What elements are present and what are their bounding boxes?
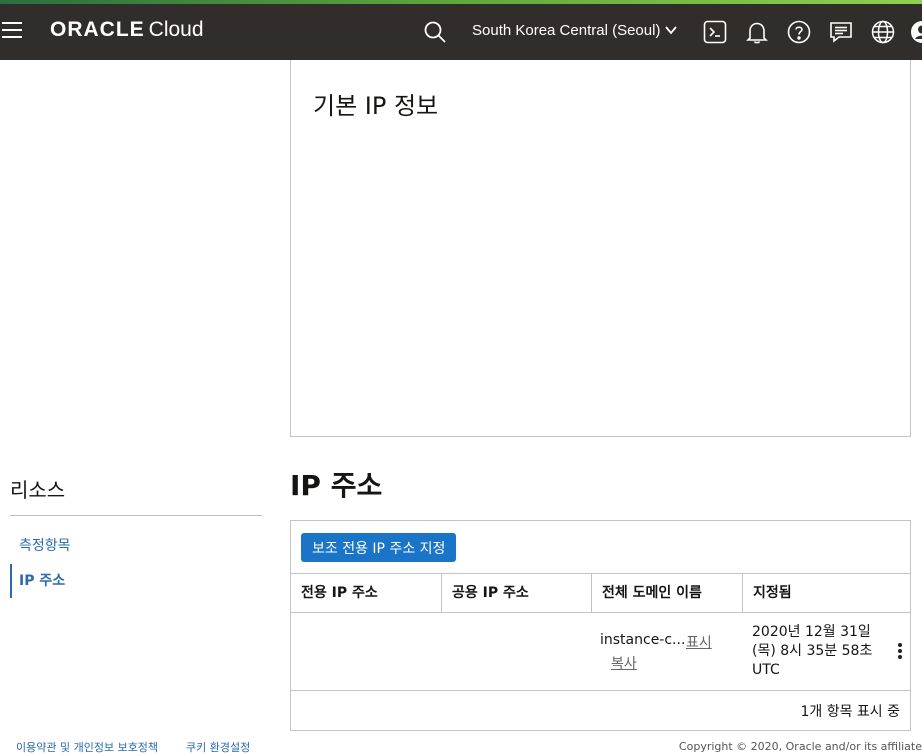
menu-icon[interactable] [2,22,22,40]
product-name: Cloud [148,18,204,41]
table-row: instance-c... 표시 복사 2020년 12월 31일 (목) 8시… [291,613,910,691]
oracle-cloud-logo[interactable]: ORACLE Cloud [50,18,204,42]
info-content-area [307,122,734,430]
footer: 이용약관 및 개인정보 보호정책 쿠키 환경설정 Copyright © 202… [0,736,922,755]
bell-icon[interactable] [745,20,769,44]
show-link[interactable]: 표시 [686,632,712,652]
column-header[interactable]: 전체 도메인 이름 [591,574,742,612]
chat-icon[interactable] [829,20,853,44]
brand-name: ORACLE [50,18,145,41]
help-icon[interactable] [787,20,811,44]
item-count: 1개 항목 표시 중 [800,704,900,720]
region-label: South Korea Central (Seoul) [472,22,661,39]
primary-ip-info-panel: 기본 IP 정보 [290,60,911,437]
cookie-preferences-link[interactable]: 쿠키 환경설정 [186,739,250,755]
panel-title: 기본 IP 정보 [313,92,439,120]
ip-section-title: IP 주소 [290,469,383,502]
sidebar-item-ip-addresses[interactable]: IP 주소 [10,564,250,598]
region-selector[interactable]: South Korea Central (Seoul) [472,22,678,39]
column-header[interactable]: 전용 IP 주소 [291,574,441,612]
profile-icon[interactable] [910,20,922,44]
domain-cell: instance-c... [600,632,686,648]
chevron-down-icon [665,26,678,35]
top-header: ORACLE Cloud South Korea Central (Seoul) [0,4,922,60]
copy-link[interactable]: 복사 [611,653,637,673]
globe-icon[interactable] [871,20,895,44]
assign-secondary-ip-button[interactable]: 보조 전용 IP 주소 지정 [301,533,457,562]
copyright: Copyright © 2020, Oracle and/or its affi… [678,740,922,753]
divider [10,515,262,516]
sidebar-item-metrics[interactable]: 측정항목 [10,529,250,563]
search-icon[interactable] [423,20,447,44]
more-actions-icon[interactable] [893,643,907,661]
terms-privacy-link[interactable]: 이용약관 및 개인정보 보호정책 [16,739,158,755]
ip-table-panel: 보조 전용 IP 주소 지정 전용 IP 주소 공용 IP 주소 전체 도메인 … [290,520,911,731]
resources-title: 리소스 [10,478,66,502]
assigned-cell: 2020년 12월 31일 (목) 8시 35분 58초 UTC [752,624,873,678]
table-header: 전용 IP 주소 공용 IP 주소 전체 도메인 이름 지정됨 [291,573,910,613]
cloud-shell-icon[interactable] [703,20,727,44]
column-header[interactable]: 공용 IP 주소 [441,574,591,612]
column-header[interactable]: 지정됨 [742,574,910,612]
